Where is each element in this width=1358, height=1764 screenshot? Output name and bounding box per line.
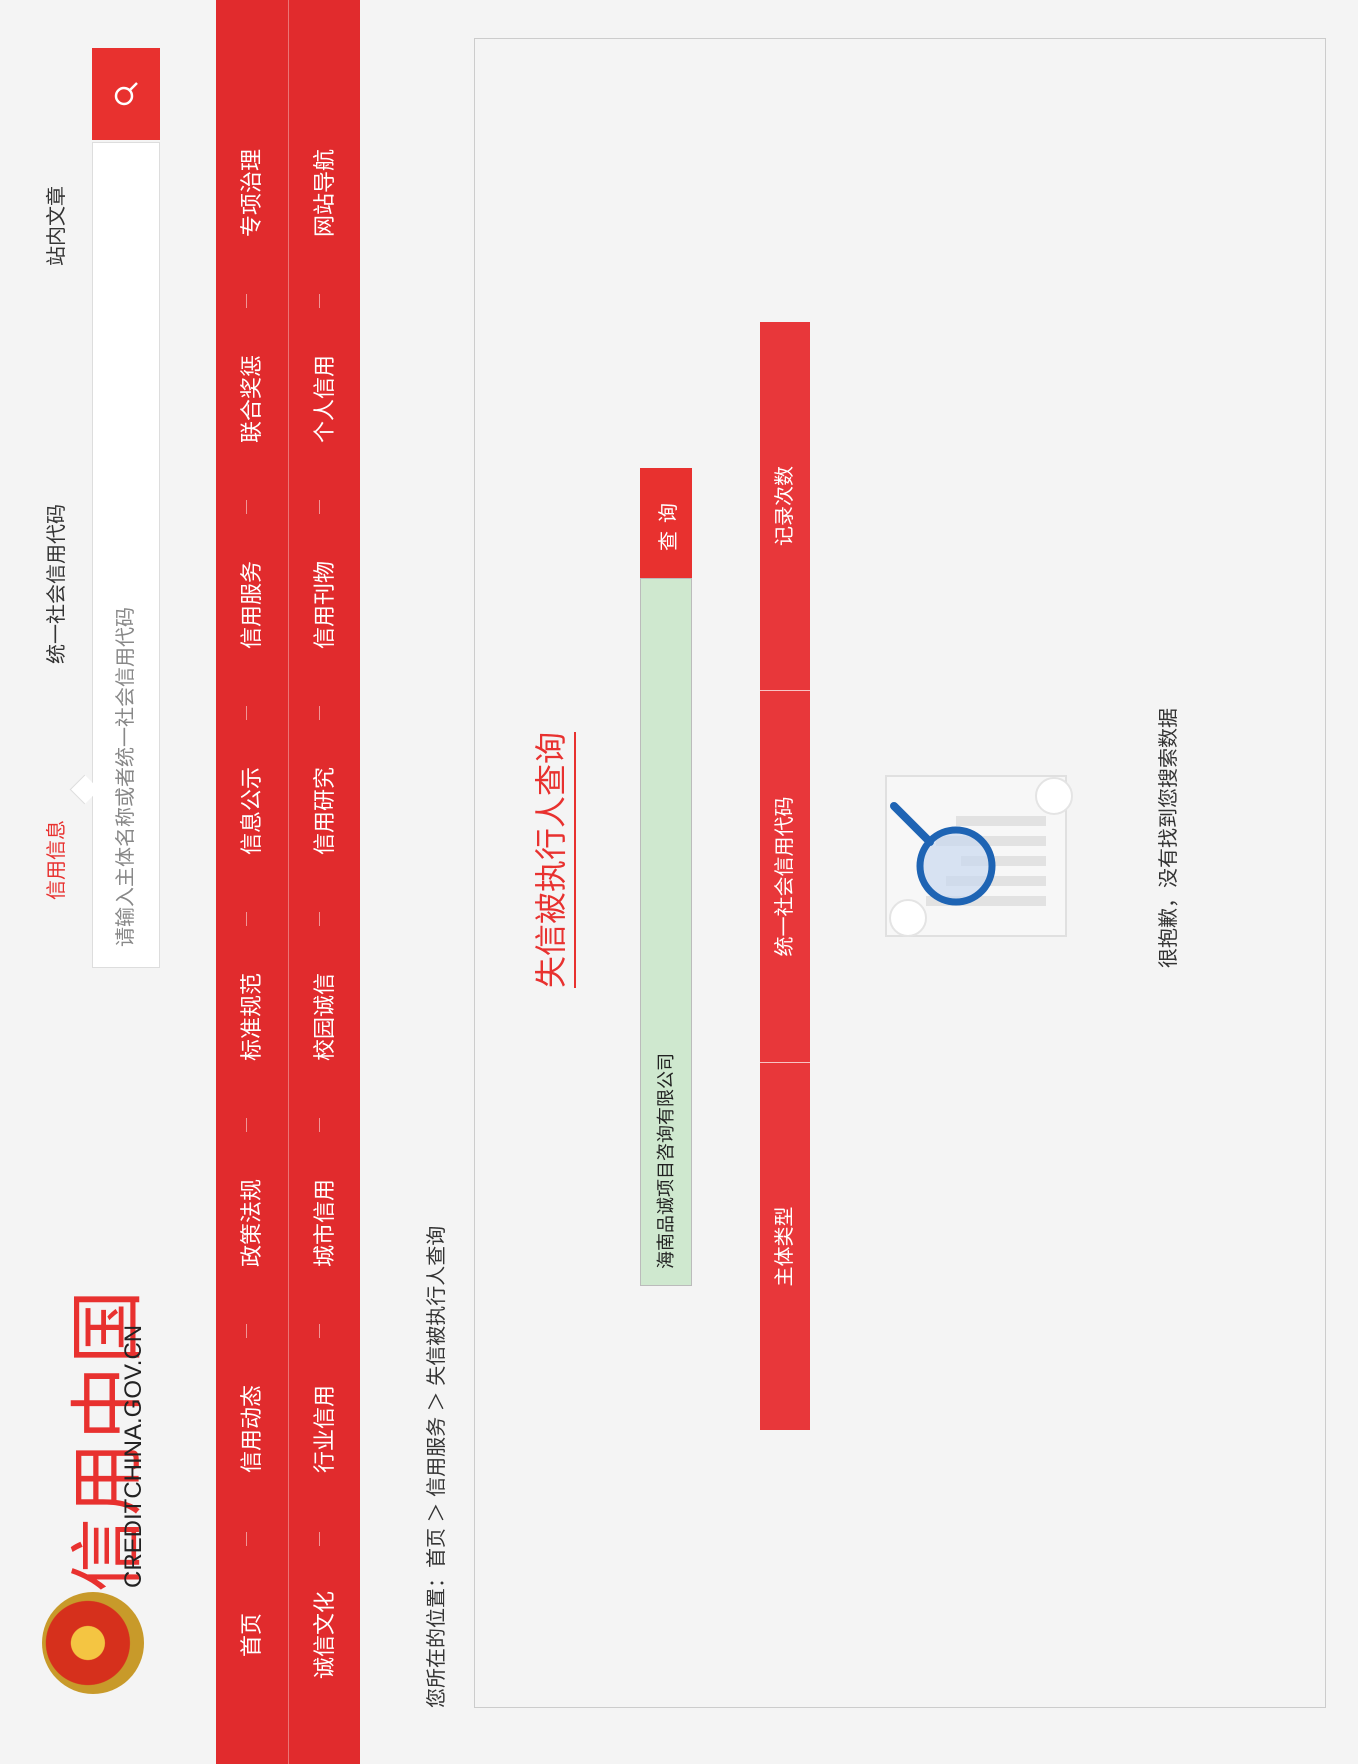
nav-row-1: 首页 信用动态 政策法规 标准规范 信息公示 信用服务 联合奖惩 专项治理 (216, 0, 288, 1764)
site-logo-domain: CREDITCHINA.GOV.CN (120, 1324, 147, 1588)
nav-divider (246, 1324, 247, 1338)
nav-divider (246, 1532, 247, 1546)
nav-credit-publications[interactable]: 信用刊物 (289, 540, 361, 670)
query-input[interactable]: 海南品诚项目咨询有限公司 (640, 578, 692, 1286)
search-box (92, 142, 160, 968)
nav-integrity-culture[interactable]: 诚信文化 (289, 1570, 361, 1700)
search-button[interactable] (92, 48, 160, 140)
nav-divider (319, 294, 320, 308)
national-emblem-icon (42, 1592, 144, 1694)
nav-divider (319, 1324, 320, 1338)
search-icon (114, 82, 138, 106)
nav-divider (319, 706, 320, 720)
empty-message: 很抱歉，没有找到您搜索数据 (1158, 708, 1180, 968)
search-input[interactable] (93, 233, 159, 967)
page: 信用中国 CREDITCHINA.GOV.CN 信用信息 统一社会信用代码 站内… (0, 0, 1358, 1764)
nav-divider (319, 1532, 320, 1546)
tab-credit-info[interactable]: 信用信息 (40, 820, 69, 900)
breadcrumb[interactable]: 您所在的位置：首页 ＞ 信用服务 ＞ 失信被执行人查询 (420, 1226, 449, 1708)
nav-divider (319, 912, 320, 926)
nav-credit-services[interactable]: 信用服务 (216, 540, 288, 670)
nav-standards[interactable]: 标准规范 (216, 952, 288, 1082)
column-header-entity-type: 主体类型 (760, 1062, 810, 1430)
nav-divider (246, 1118, 247, 1132)
nav-site-map[interactable]: 网站导航 (289, 128, 361, 258)
results-table-header: 主体类型 统一社会信用代码 记录次数 (760, 322, 810, 1430)
nav-divider (246, 706, 247, 720)
nav-joint-rewards[interactable]: 联合奖惩 (216, 334, 288, 464)
main-nav: 首页 信用动态 政策法规 标准规范 信息公示 信用服务 联合奖惩 专项治理 诚信… (216, 0, 360, 1764)
nav-divider (319, 1118, 320, 1132)
column-header-credit-code: 统一社会信用代码 (760, 690, 810, 1062)
nav-divider (246, 500, 247, 514)
nav-industry-credit[interactable]: 行业信用 (289, 1364, 361, 1494)
tab-credit-code[interactable]: 统一社会信用代码 (40, 504, 69, 664)
query-button[interactable]: 查询 (640, 468, 692, 578)
column-header-record-count: 记录次数 (774, 466, 796, 546)
nav-personal-credit[interactable]: 个人信用 (289, 334, 361, 464)
page-title: 失信被执行人查询 (526, 731, 576, 988)
nav-divider (319, 500, 320, 514)
tab-site-articles[interactable]: 站内文章 (40, 186, 69, 266)
nav-credit-news[interactable]: 信用动态 (216, 1364, 288, 1494)
nav-city-credit[interactable]: 城市信用 (289, 1158, 361, 1288)
nav-campus-integrity[interactable]: 校园诚信 (289, 952, 361, 1082)
nav-special-governance[interactable]: 专项治理 (216, 128, 288, 258)
no-results-icon (885, 775, 1073, 937)
nav-policies[interactable]: 政策法规 (216, 1158, 288, 1288)
nav-disclosure[interactable]: 信息公示 (216, 746, 288, 876)
nav-divider (246, 294, 247, 308)
nav-row-2: 诚信文化 行业信用 城市信用 校园诚信 信用研究 信用刊物 个人信用 网站导航 (288, 0, 360, 1764)
nav-credit-research[interactable]: 信用研究 (289, 746, 361, 876)
nav-home[interactable]: 首页 (216, 1570, 288, 1700)
nav-divider (246, 912, 247, 926)
